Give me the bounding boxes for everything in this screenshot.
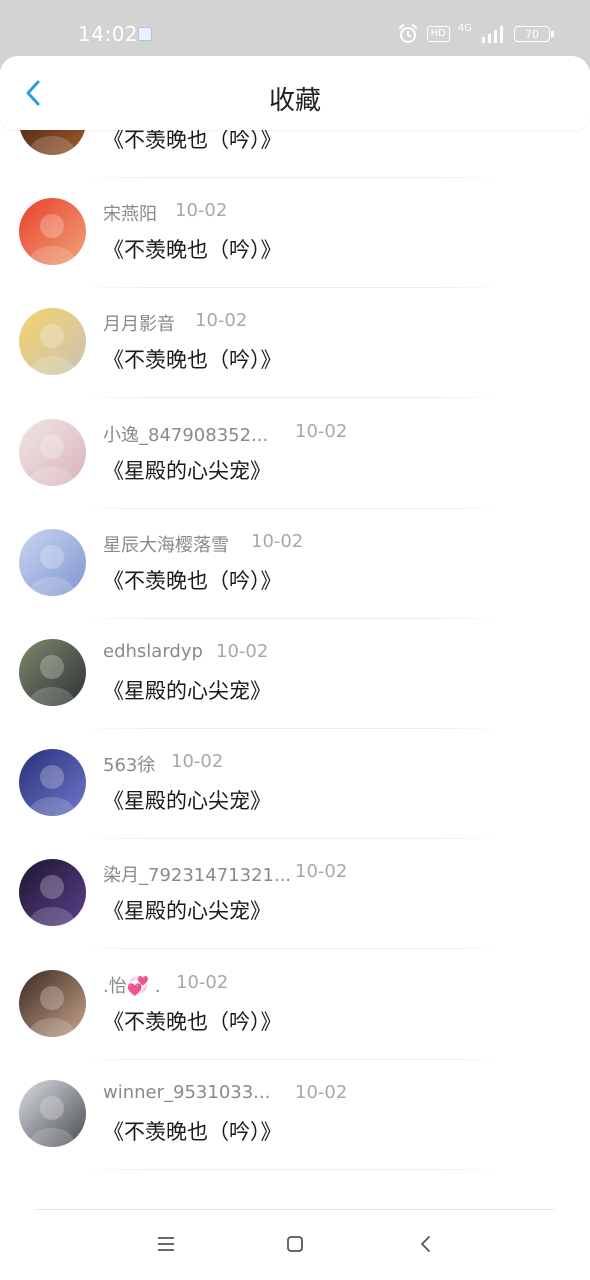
item-date: 10-02 xyxy=(176,971,229,993)
system-nav-bar xyxy=(0,1192,590,1280)
avatar[interactable] xyxy=(19,969,86,1037)
avatar[interactable] xyxy=(19,1079,86,1147)
item-date: 10-02 xyxy=(295,1081,348,1103)
username[interactable]: 星辰大海樱落雪 xyxy=(103,531,229,557)
item-date: 10-02 xyxy=(175,200,228,222)
avatar[interactable] xyxy=(19,639,86,706)
list-item[interactable]: 小逸_847908352... 10-02 《星殿的心尖宠》 xyxy=(0,391,590,509)
avatar[interactable] xyxy=(19,418,86,486)
book-title[interactable]: 《星殿的心尖宠》 xyxy=(103,785,271,815)
book-title[interactable]: 《星殿的心尖宠》 xyxy=(103,455,271,485)
book-title[interactable]: 《星殿的心尖宠》 xyxy=(103,895,271,925)
list-item[interactable]: edhslardyp 10-02 《星殿的心尖宠》 xyxy=(0,611,590,729)
home-button[interactable] xyxy=(283,1232,307,1256)
list-item[interactable]: winner_9531033... 10-02 《不羡晚也（吟）》 xyxy=(0,1052,590,1170)
list-item[interactable]: 星辰大海樱落雪 10-02 《不羡晚也（吟）》 xyxy=(0,501,590,619)
list-item[interactable]: 宋燕阳 10-02 《不羡晚也（吟）》 xyxy=(0,170,590,289)
avatar[interactable] xyxy=(19,528,86,596)
username[interactable]: 小逸_847908352... xyxy=(103,421,268,447)
avatar[interactable] xyxy=(19,749,86,817)
list-item[interactable]: 563徐 10-02 《星殿的心尖宠》 xyxy=(0,721,590,840)
item-date: 10-02 xyxy=(171,751,224,773)
list-item[interactable]: 月月影音 10-02 《不羡晚也（吟）》 xyxy=(0,280,590,399)
avatar[interactable] xyxy=(19,859,86,927)
username[interactable]: 染月_79231471321... xyxy=(103,861,291,887)
list-item[interactable]: .怡💞 . 10-02 《不羡晚也（吟）》 xyxy=(0,942,590,1060)
book-title[interactable]: 《星殿的心尖宠》 xyxy=(103,675,271,705)
battery-icon: 70 xyxy=(514,26,554,42)
status-icons: HD 4G 70 xyxy=(397,22,554,46)
book-title[interactable]: 《不羡晚也（吟）》 xyxy=(103,1006,282,1036)
book-title[interactable]: 《不羡晚也（吟）》 xyxy=(103,344,282,374)
alarm-icon xyxy=(397,23,419,45)
page-title: 收藏 xyxy=(268,86,321,116)
item-date: 10-02 xyxy=(295,861,348,883)
book-title[interactable]: 《不羡晚也（吟）》 xyxy=(103,234,282,264)
username[interactable]: .怡💞 . xyxy=(103,972,161,998)
header: 收藏 xyxy=(0,56,590,130)
avatar[interactable] xyxy=(19,308,86,376)
username[interactable]: 563徐 xyxy=(103,751,155,777)
book-title[interactable]: 《不羡晚也（吟）》 xyxy=(103,565,282,595)
menu-icon xyxy=(158,1237,174,1251)
home-square-icon xyxy=(287,1236,303,1252)
hd-icon: HD xyxy=(426,26,450,42)
username[interactable]: 月月影音 xyxy=(103,310,175,336)
item-date: 10-02 xyxy=(251,530,304,552)
nav-divider xyxy=(36,1209,554,1210)
row-divider xyxy=(82,1168,502,1170)
back-nav-button[interactable] xyxy=(414,1232,438,1256)
item-date: 10-02 xyxy=(195,310,248,332)
favorites-list: 《不羡晚也（吟）》 宋燕阳 10-02 《不羡晚也（吟）》 月月影音 10-02 《不羡晚也… xyxy=(0,80,590,1180)
menu-button[interactable] xyxy=(154,1232,178,1256)
username[interactable]: 宋燕阳 xyxy=(103,200,157,226)
username[interactable]: edhslardyp xyxy=(103,641,203,662)
back-triangle-icon xyxy=(421,1236,430,1252)
avatar[interactable] xyxy=(19,198,86,266)
book-title[interactable]: 《不羡晚也（吟）》 xyxy=(103,1116,282,1146)
app-notification-icon xyxy=(138,27,152,41)
item-date: 10-02 xyxy=(295,420,348,442)
status-time: 14:02 xyxy=(78,22,139,46)
network-type-label: 4G xyxy=(457,22,472,34)
item-date: 10-02 xyxy=(216,641,269,662)
list-item[interactable]: 染月_79231471321... 10-02 《星殿的心尖宠》 xyxy=(0,831,590,950)
username[interactable]: winner_9531033... xyxy=(103,1082,270,1103)
signal-icon xyxy=(480,25,506,43)
